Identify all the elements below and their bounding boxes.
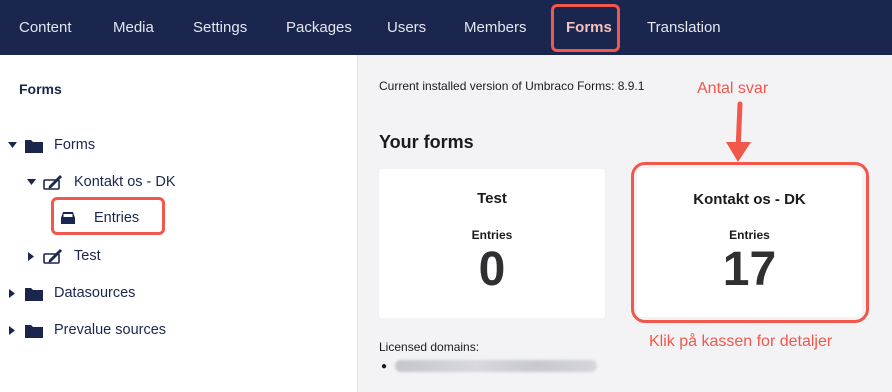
kontakt-card-highlight [631, 162, 869, 323]
tree-item-label: Datasources [54, 285, 136, 301]
tree-item-forms[interactable]: Forms [5, 134, 95, 156]
section-title: Your forms [379, 132, 474, 152]
tree-item-label: Prevalue sources [54, 322, 167, 338]
sidebar: Forms Forms Kontakt os - DK Entries Test… [0, 55, 358, 392]
caret-right-icon[interactable] [5, 288, 19, 298]
nav-translation[interactable]: Translation [647, 0, 721, 55]
top-navigation: Content Media Settings Packages Users Me… [0, 0, 892, 55]
caret-down-icon[interactable] [5, 141, 19, 149]
nav-content[interactable]: Content [19, 0, 72, 55]
entries-highlight [51, 197, 165, 235]
sidebar-title: Forms [19, 81, 62, 97]
nav-packages[interactable]: Packages [286, 0, 352, 55]
card-entries-label: Entries [471, 228, 513, 242]
arrow-down-icon [726, 101, 751, 162]
bullet-icon: ● [381, 360, 388, 372]
version-info: Current installed version of Umbraco For… [379, 79, 645, 93]
blurred-domain-text [395, 360, 598, 372]
nav-media[interactable]: Media [113, 0, 154, 55]
card-title: Test [477, 190, 507, 207]
tree-item-label: Forms [54, 137, 96, 153]
folder-icon [19, 138, 49, 153]
caret-down-icon[interactable] [24, 178, 38, 186]
nav-settings[interactable]: Settings [193, 0, 247, 55]
folder-icon [19, 323, 49, 338]
tree-item-label: Test [74, 248, 101, 264]
tree-item-kontakt-os-dk[interactable]: Kontakt os - DK [24, 171, 176, 193]
forms-tab-highlight [551, 4, 620, 52]
nav-members[interactable]: Members [464, 0, 527, 55]
form-edit-icon [38, 248, 68, 264]
annotation-klik-detaljer: Klik på kassen for detaljer [649, 333, 833, 350]
tree-item-prevalue-sources[interactable]: Prevalue sources [5, 319, 166, 341]
licensed-domains-label: Licensed domains: [379, 340, 480, 354]
tree-item-test[interactable]: Test [24, 245, 101, 267]
form-edit-icon [38, 174, 68, 190]
form-card-test[interactable]: Test Entries 0 [379, 169, 605, 318]
tree-item-datasources[interactable]: Datasources [5, 282, 135, 304]
card-entry-count: 0 [478, 243, 506, 296]
folder-icon [19, 286, 49, 301]
tree-item-label: Kontakt os - DK [74, 174, 176, 190]
caret-right-icon[interactable] [24, 251, 38, 261]
licensed-domain-item: ● [381, 360, 598, 372]
caret-right-icon[interactable] [5, 325, 19, 335]
nav-users[interactable]: Users [387, 0, 426, 55]
annotation-antal-svar: Antal svar [697, 80, 769, 97]
